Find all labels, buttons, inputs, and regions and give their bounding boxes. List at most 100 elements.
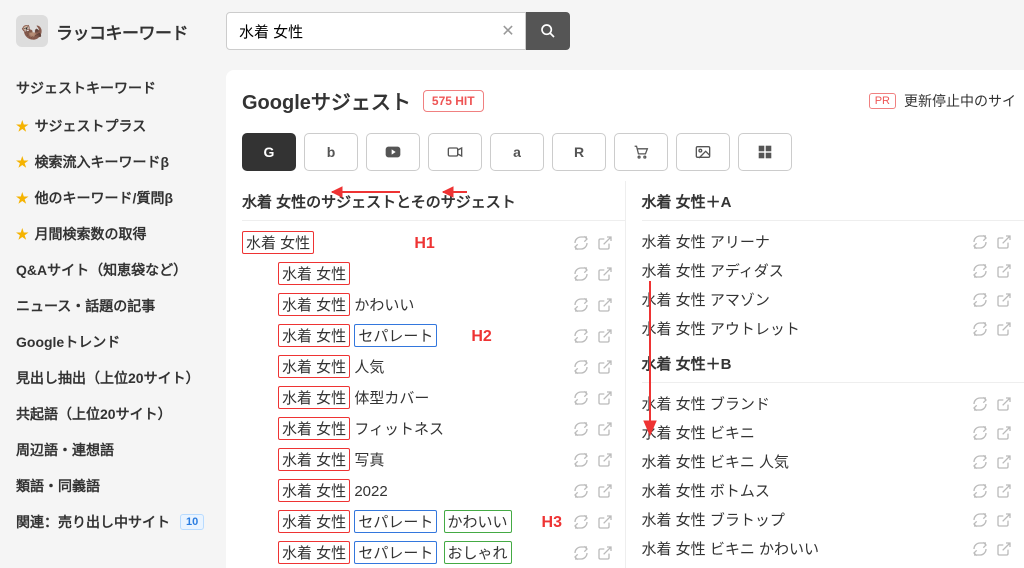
external-icon[interactable] (597, 545, 613, 561)
sidebar-item-label: 周辺語・連想語 (16, 440, 114, 460)
keyword-row[interactable]: 水着 女性 アリーナ (642, 227, 1024, 256)
keyword-row[interactable]: 水着 女性 アマゾン (642, 285, 1024, 314)
reload-icon[interactable] (972, 483, 988, 499)
row-actions (573, 514, 613, 530)
engine-tab-4[interactable]: a (490, 133, 544, 171)
external-icon[interactable] (996, 425, 1012, 441)
external-icon[interactable] (996, 512, 1012, 528)
reload-icon[interactable] (573, 545, 589, 561)
external-icon[interactable] (597, 297, 613, 313)
reload-icon[interactable] (573, 514, 589, 530)
engine-tab-3[interactable] (428, 133, 482, 171)
reload-icon[interactable] (573, 483, 589, 499)
reload-icon[interactable] (972, 263, 988, 279)
logo[interactable]: 🦦 ラッコキーワード (16, 15, 226, 47)
reload-icon[interactable] (972, 425, 988, 441)
reload-icon[interactable] (972, 292, 988, 308)
keyword-row[interactable]: 水着 女性 (242, 258, 625, 289)
external-icon[interactable] (996, 454, 1012, 470)
keyword-row[interactable]: 水着 女性 アウトレット (642, 314, 1024, 343)
pr-area: PR 更新停止中のサイ (869, 91, 1024, 111)
reload-icon[interactable] (972, 234, 988, 250)
external-icon[interactable] (996, 263, 1012, 279)
sidebar-item-11[interactable]: 関連：売り出し中サイト10 (16, 504, 226, 540)
keyword-row[interactable]: 水着 女性 ビキニ かわいい (642, 534, 1024, 563)
keyword-row[interactable]: 水着 女性 体型カバー (242, 382, 625, 413)
keyword-row[interactable]: 水着 女性 ビキニ 人気 (642, 447, 1024, 476)
keyword-row[interactable]: 水着 女性 ボトムス (642, 476, 1024, 505)
engine-tab-8[interactable] (738, 133, 792, 171)
external-icon[interactable] (996, 396, 1012, 412)
search-input[interactable] (226, 12, 526, 50)
sidebar-item-8[interactable]: 共起語（上位20サイト） (16, 396, 226, 432)
external-icon[interactable] (597, 390, 613, 406)
engine-tab-0[interactable]: G (242, 133, 296, 171)
reload-icon[interactable] (573, 266, 589, 282)
reload-icon[interactable] (573, 297, 589, 313)
keyword-text: 水着 女性 ボトムス (642, 480, 973, 501)
external-icon[interactable] (597, 483, 613, 499)
reload-icon[interactable] (573, 390, 589, 406)
external-icon[interactable] (996, 292, 1012, 308)
keyword-row[interactable]: 水着 女性 セパレート かわいいH3 (242, 506, 625, 537)
search-button[interactable] (526, 12, 570, 50)
reload-icon[interactable] (573, 235, 589, 251)
sidebar-item-1[interactable]: ★検索流入キーワードβ (16, 144, 226, 180)
reload-icon[interactable] (972, 396, 988, 412)
sidebar-item-7[interactable]: 見出し抽出（上位20サイト） (16, 360, 226, 396)
keyword-row[interactable]: 水着 女性 セパレートH2 (242, 320, 625, 351)
engine-tab-7[interactable] (676, 133, 730, 171)
layout: サジェストキーワード ★サジェストプラス★検索流入キーワードβ★他のキーワード/… (0, 62, 1024, 568)
keyword-row[interactable]: 水着 女性 写真 (242, 444, 625, 475)
sidebar-item-10[interactable]: 類語・同義語 (16, 468, 226, 504)
external-icon[interactable] (597, 421, 613, 437)
kw-box: 水着 女性 (278, 417, 350, 440)
external-icon[interactable] (996, 321, 1012, 337)
keyword-text: 水着 女性 アウトレット (642, 318, 973, 339)
sidebar-item-2[interactable]: ★他のキーワード/質問β (16, 180, 226, 216)
sidebar-item-5[interactable]: ニュース・話題の記事 (16, 288, 226, 324)
reload-icon[interactable] (972, 512, 988, 528)
external-icon[interactable] (996, 234, 1012, 250)
keyword-row[interactable]: 水着 女性 かわいい (242, 289, 625, 320)
row-actions (972, 483, 1012, 499)
external-icon[interactable] (996, 541, 1012, 557)
reload-icon[interactable] (573, 328, 589, 344)
keyword-row[interactable]: 水着 女性 人気 (242, 351, 625, 382)
reload-icon[interactable] (972, 454, 988, 470)
engine-tab-6[interactable] (614, 133, 668, 171)
sidebar-item-9[interactable]: 周辺語・連想語 (16, 432, 226, 468)
external-icon[interactable] (597, 328, 613, 344)
external-icon[interactable] (597, 266, 613, 282)
keyword-row[interactable]: 水着 女性 フィットネス (242, 413, 625, 444)
star-icon: ★ (16, 154, 29, 171)
keyword-row[interactable]: 水着 女性 2022 (242, 475, 625, 506)
sidebar-item-0[interactable]: ★サジェストプラス (16, 108, 226, 144)
keyword-root[interactable]: 水着 女性 H1 (242, 231, 573, 254)
sidebar-item-6[interactable]: Googleトレンド (16, 324, 226, 360)
keyword-row[interactable]: 水着 女性 ブランド (642, 389, 1024, 418)
keyword-row[interactable]: 水着 女性 ビキニ (642, 418, 1024, 447)
reload-icon[interactable] (573, 421, 589, 437)
external-icon[interactable] (597, 514, 613, 530)
external-icon[interactable] (996, 483, 1012, 499)
reload-icon[interactable] (972, 541, 988, 557)
reload-icon[interactable] (573, 359, 589, 375)
sidebar-item-3[interactable]: ★月間検索数の取得 (16, 216, 226, 252)
keyword-row[interactable]: 水着 女性 セパレート おしゃれ (242, 537, 625, 568)
engine-tab-1[interactable]: b (304, 133, 358, 171)
reload-icon[interactable] (972, 321, 988, 337)
image-icon (695, 145, 711, 159)
clear-icon[interactable]: ✕ (498, 21, 518, 41)
external-icon[interactable] (597, 235, 613, 251)
keyword-row[interactable]: 水着 女性 ブラトップ (642, 505, 1024, 534)
keyword-row[interactable]: 水着 女性 アディダス (642, 256, 1024, 285)
reload-icon[interactable] (573, 452, 589, 468)
sidebar-item-label: 月間検索数の取得 (35, 224, 147, 244)
sidebar-item-4[interactable]: Q&Aサイト（知恵袋など） (16, 252, 226, 288)
external-icon[interactable] (597, 452, 613, 468)
logo-icon: 🦦 (16, 15, 48, 47)
engine-tab-5[interactable]: R (552, 133, 606, 171)
external-icon[interactable] (597, 359, 613, 375)
engine-tab-2[interactable] (366, 133, 420, 171)
